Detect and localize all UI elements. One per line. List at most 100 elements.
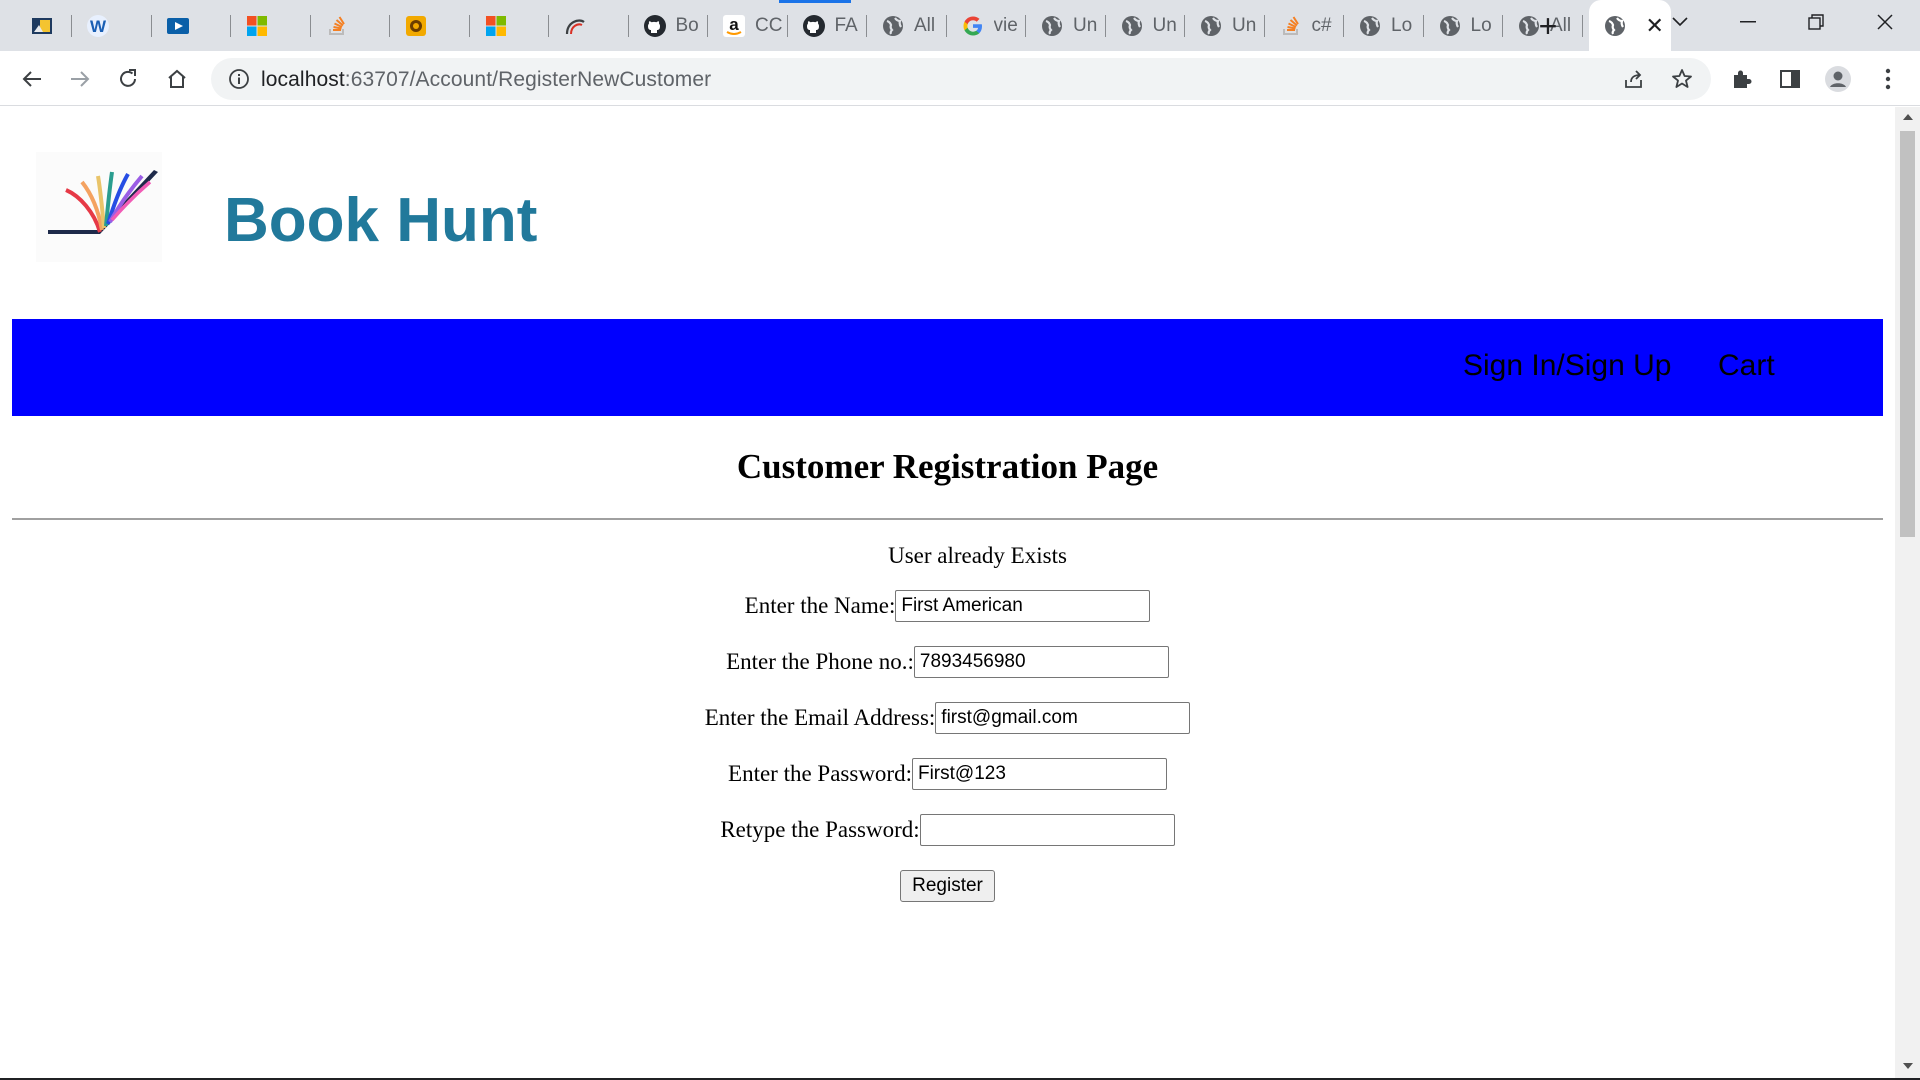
scroll-down-arrow-icon[interactable] — [1895, 1062, 1920, 1076]
globe-icon — [881, 14, 905, 38]
nav-signin-link[interactable]: Sign In/Sign Up — [1463, 349, 1671, 383]
side-panel-icon[interactable] — [1776, 65, 1804, 93]
register-button[interactable]: Register — [900, 870, 995, 902]
tab-search-icon[interactable] — [1650, 0, 1710, 44]
name-input[interactable] — [895, 590, 1151, 622]
back-icon[interactable] — [12, 59, 52, 99]
page-title: Customer Registration Page — [736, 447, 1159, 486]
bookmark-star-icon[interactable] — [1670, 67, 1694, 91]
divider — [12, 518, 1883, 520]
browser-tab[interactable] — [231, 0, 311, 51]
browser-tab[interactable]: vie — [947, 0, 1027, 51]
email-row: Enter the Email Address: — [0, 702, 1895, 734]
globe-icon — [1040, 14, 1064, 38]
password-input[interactable] — [911, 758, 1167, 790]
url-text: localhost:63707/Account/RegisterNewCusto… — [261, 68, 711, 92]
google-icon — [961, 14, 985, 38]
browser-tab[interactable]: Un — [1026, 0, 1106, 51]
browser-tab[interactable] — [549, 0, 629, 51]
browser-tab[interactable]: Un — [1185, 0, 1265, 51]
browser-tab[interactable] — [390, 0, 470, 51]
scrollbar-thumb[interactable] — [1900, 131, 1915, 537]
browser-tab[interactable] — [311, 0, 391, 51]
web-page: Book Hunt Sign In/Sign Up Cart Customer … — [0, 107, 1895, 1080]
nav-cart-link[interactable]: Cart — [1718, 349, 1775, 383]
url-host: localhost — [261, 68, 345, 91]
github-icon — [643, 14, 667, 38]
forward-icon[interactable] — [60, 59, 100, 99]
phone-label: Enter the Phone no.: — [726, 649, 914, 674]
retype-password-label: Retype the Password: — [720, 817, 920, 842]
address-bar[interactable]: localhost:63707/Account/RegisterNewCusto… — [211, 58, 1711, 100]
browser-tab[interactable]: Lo — [1344, 0, 1424, 51]
browser-tab[interactable] — [470, 0, 550, 51]
emblem-icon — [404, 14, 428, 38]
email-label: Enter the Email Address: — [704, 705, 936, 730]
phone-input[interactable] — [913, 646, 1169, 678]
register-row: Register — [0, 870, 1895, 902]
tab-title: Un — [1232, 14, 1257, 36]
error-message: User already Exists — [888, 543, 1067, 568]
tab-title: Un — [1152, 14, 1177, 36]
browser-tab[interactable]: c# — [1265, 0, 1345, 51]
browser-tab[interactable]: FA — [788, 0, 868, 51]
retype-password-row: Retype the Password: — [0, 814, 1895, 846]
microsoft-icon — [484, 14, 508, 38]
retype-password-input[interactable] — [919, 814, 1175, 846]
password-row: Enter the Password: — [0, 758, 1895, 790]
email-input[interactable] — [935, 702, 1191, 734]
w-app-icon: W — [86, 14, 110, 38]
password-label: Enter the Password: — [728, 761, 912, 786]
page-scrollbar[interactable] — [1895, 107, 1920, 1080]
browser-toolbar: localhost:63707/Account/RegisterNewCusto… — [0, 51, 1920, 106]
browser-tab[interactable] — [152, 0, 232, 51]
tab-title: Bo — [675, 14, 699, 36]
svg-text:a: a — [729, 15, 739, 34]
arc-icon — [563, 14, 587, 38]
site-navbar: Sign In/Sign Up Cart — [12, 319, 1883, 416]
tab-title: All — [914, 14, 936, 36]
amazon-icon: a — [722, 14, 746, 38]
reload-icon[interactable] — [108, 59, 148, 99]
globe-icon — [1358, 14, 1382, 38]
browser-tab[interactable]: W — [72, 0, 152, 51]
tab-title: Lo — [1391, 14, 1413, 36]
tab-title: c# — [1311, 14, 1332, 36]
browser-tab[interactable]: Un — [1106, 0, 1186, 51]
browser-tab[interactable]: All — [867, 0, 947, 51]
globe-icon — [1120, 14, 1144, 38]
globe-icon — [1603, 14, 1627, 38]
tab-list: W Bo a CC FA All vie Un Un Un c# Lo Lo A… — [0, 0, 1671, 51]
browser-menu-icon[interactable] — [1874, 65, 1902, 93]
github-icon — [802, 14, 826, 38]
stackoverflow-icon — [325, 14, 349, 38]
new-tab-icon[interactable]: + — [1530, 8, 1566, 44]
microsoft-icon — [245, 14, 269, 38]
tab-title: Un — [1073, 14, 1098, 36]
tab-title: vie — [993, 14, 1018, 36]
svg-text:W: W — [90, 17, 107, 36]
restore-icon[interactable] — [1786, 0, 1846, 44]
name-row: Enter the Name: — [0, 590, 1895, 622]
share-icon[interactable] — [1622, 67, 1646, 91]
browser-tab[interactable] — [0, 0, 72, 51]
gallery-icon — [30, 14, 54, 38]
site-info-icon[interactable] — [227, 67, 251, 91]
extensions-icon[interactable] — [1728, 65, 1756, 93]
home-icon[interactable] — [157, 59, 197, 99]
browser-tab[interactable]: Lo — [1424, 0, 1504, 51]
browser-tab[interactable]: a CC — [708, 0, 788, 51]
tab-title: CC — [755, 14, 783, 36]
scroll-up-arrow-icon[interactable] — [1895, 113, 1920, 127]
profile-avatar-icon[interactable] — [1824, 65, 1852, 93]
tab-strip: W Bo a CC FA All vie Un Un Un c# Lo Lo A… — [0, 0, 1920, 51]
close-window-icon[interactable] — [1855, 0, 1915, 44]
minimize-icon[interactable] — [1718, 0, 1778, 44]
site-brand[interactable]: Book Hunt — [224, 185, 537, 256]
browser-tab[interactable]: Bo — [629, 0, 709, 51]
tab-title: FA — [834, 14, 858, 36]
globe-icon — [1199, 14, 1223, 38]
book-logo — [36, 152, 162, 262]
name-label: Enter the Name: — [744, 593, 896, 618]
url-path: :63707/Account/RegisterNewCustomer — [344, 68, 712, 91]
